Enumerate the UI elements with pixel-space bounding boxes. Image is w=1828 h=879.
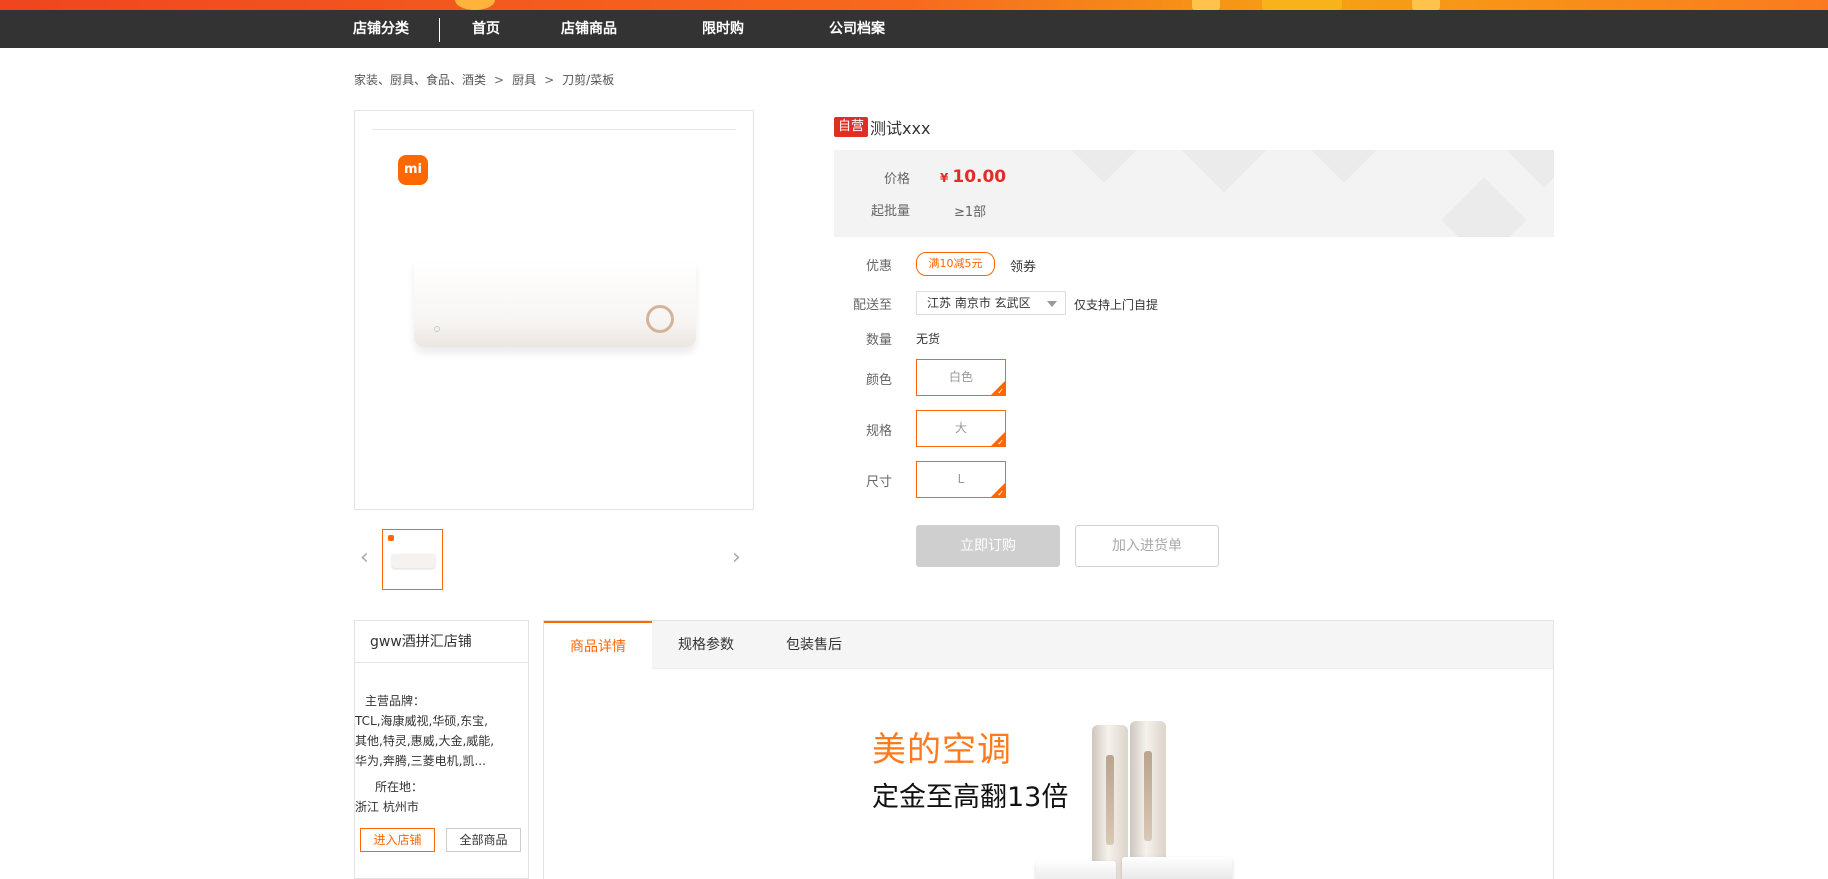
ac-tower-image [1130,721,1166,879]
price-label: 价格 [883,172,910,187]
nav-company-profile[interactable]: 公司档案 [829,10,885,48]
air-conditioner-image [414,260,696,347]
option-value: L [957,472,965,486]
option-value: 白色 [948,370,973,384]
moq-label: 起批量 [870,204,910,219]
ac-indicator-dot [434,326,440,332]
price-panel [834,150,1554,237]
moq-value: ≥1部 [954,205,987,220]
nav-divider [439,18,440,42]
coupon-tag[interactable]: 满10减5元 [916,252,995,276]
shop-name[interactable]: gww酒拼汇店铺 [355,621,528,663]
shop-details: 主营品牌： TCL,海康威视,华硕,东宝, 其他,特灵,惠威,大金,威能, 华为… [355,691,528,817]
price-amount: 10.00 [952,167,1007,187]
tab-packaging-aftersale[interactable]: 包装售后 [760,621,868,669]
brand-logo: mi [398,155,428,185]
breadcrumb-separator: > [494,73,505,87]
shop-info-panel: gww酒拼汇店铺 主营品牌： TCL,海康威视,华硕,东宝, 其他,特灵,惠威,… [354,620,529,879]
ship-to-label: 配送至 [852,298,892,313]
color-label: 颜色 [865,373,892,388]
breadcrumb-separator: > [544,73,555,87]
brands-line: TCL,海康威视,华硕,东宝, [355,714,488,728]
chevron-left-icon[interactable]: ‹ [360,545,369,570]
coupon-label: 优惠 [865,259,892,274]
color-option[interactable]: 白色 ✓ [916,359,1006,396]
enter-shop-button[interactable]: 进入店铺 [360,828,435,852]
pickup-note: 仅支持上门自提 [1074,298,1159,312]
stock-status: 无货 [916,332,941,346]
product-detail-panel: 商品详情 规格参数 包装售后 美的空调 定金至高翻13倍 [543,620,1554,879]
ac-wall-unit-image [1036,861,1116,879]
brands-line: 其他,特灵,惠威,大金,威能, [355,734,495,748]
all-products-button[interactable]: 全部商品 [446,828,521,852]
breadcrumb: 家装、厨具、食品、酒类 > 厨具 > 刀剪/菜板 [354,71,614,88]
breadcrumb-item[interactable]: 厨具 [512,73,536,87]
brands-line: 华为,奔腾,三菱电机,凯... [355,754,486,768]
get-coupon-link[interactable]: 领券 [1010,256,1036,275]
quantity-label: 数量 [865,333,892,348]
detail-tab-bar: 商品详情 规格参数 包装售后 [544,621,1553,670]
ac-ring-detail [646,305,674,333]
banner-subtitle: 定金至高翻13倍 [872,782,1069,813]
tab-specifications[interactable]: 规格参数 [652,621,760,669]
shop-navbar: 店铺分类 首页 店铺商品 限时购 公司档案 [0,10,1828,48]
self-operated-badge: 自营 [834,117,869,137]
tab-product-detail[interactable]: 商品详情 [544,621,652,670]
main-product-image[interactable]: mi [354,110,754,510]
spec-option[interactable]: 大 ✓ [916,410,1006,447]
thumbnail-ac [392,554,435,568]
nav-home[interactable]: 首页 [472,10,500,48]
product-title: 测试xxx [870,119,931,138]
thumbnail-logo [388,535,394,541]
location-value: 浙江 杭州市 [355,800,419,814]
brands-label: 主营品牌： [365,694,426,708]
thumbnail-image[interactable] [382,529,443,590]
size-label: 尺寸 [865,475,892,490]
price-value: ¥10.00 [940,167,1006,187]
add-to-purchase-list-button[interactable]: 加入进货单 [1075,525,1219,567]
caret-down-icon [1047,301,1057,307]
top-banner-strip [0,0,1828,10]
check-mark: ✓ [997,438,1004,447]
ac-wall-unit-image [1122,857,1232,879]
breadcrumb-item[interactable]: 家装、厨具、食品、酒类 [354,73,486,87]
breadcrumb-item[interactable]: 刀剪/菜板 [562,73,614,87]
banner-title: 美的空调 [872,730,1012,770]
product-title-row: 自营 测试xxx [834,115,931,138]
image-divider [372,129,736,130]
nav-shop-products[interactable]: 店铺商品 [561,10,617,48]
location-label: 所在地： [375,780,424,794]
buy-now-button[interactable]: 立即订购 [916,525,1060,567]
region-select[interactable]: 江苏 南京市 玄武区 [916,291,1066,315]
nav-flash-sale[interactable]: 限时购 [702,10,744,48]
check-mark: ✓ [997,387,1004,396]
ac-tower-image [1092,725,1128,879]
size-option[interactable]: L ✓ [916,461,1006,498]
currency-symbol: ¥ [940,171,949,185]
chevron-right-icon[interactable]: › [732,545,741,570]
region-value: 江苏 南京市 玄武区 [927,296,1031,310]
spec-label: 规格 [865,424,892,439]
nav-shop-category[interactable]: 店铺分类 [353,10,409,48]
option-value: 大 [954,421,967,435]
check-mark: ✓ [997,489,1004,498]
